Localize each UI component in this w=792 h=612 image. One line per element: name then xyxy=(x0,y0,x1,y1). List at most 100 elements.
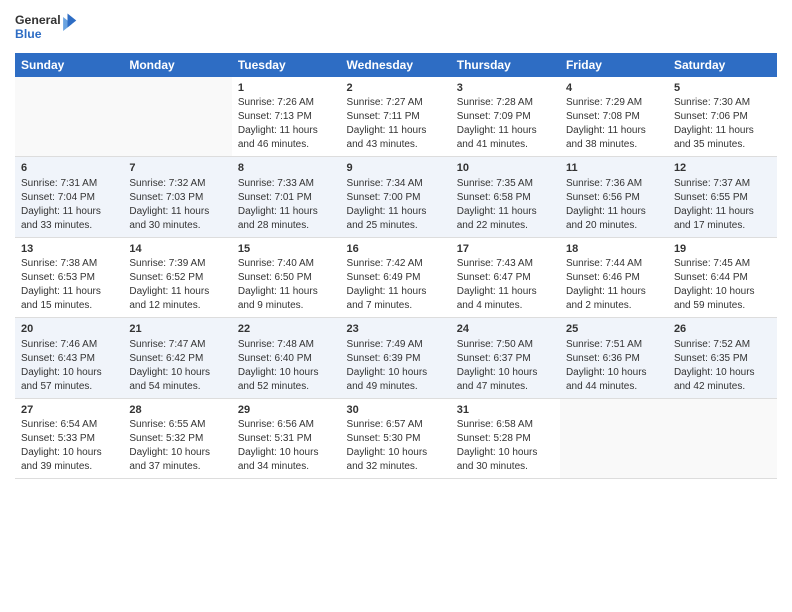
day-number: 7 xyxy=(129,161,226,176)
day-number: 4 xyxy=(566,81,662,96)
day-info: Sunset: 7:06 PM xyxy=(674,110,771,124)
day-info: Sunrise: 7:50 AM xyxy=(457,338,554,352)
day-info: Daylight: 10 hours and 34 minutes. xyxy=(238,446,335,474)
day-info: Daylight: 10 hours and 37 minutes. xyxy=(129,446,226,474)
day-info: Sunset: 7:08 PM xyxy=(566,110,662,124)
day-cell: 6Sunrise: 7:31 AMSunset: 7:04 PMDaylight… xyxy=(15,157,123,237)
day-cell: 14Sunrise: 7:39 AMSunset: 6:52 PMDayligh… xyxy=(123,237,232,317)
day-info: Daylight: 11 hours and 38 minutes. xyxy=(566,124,662,152)
calendar-table: SundayMondayTuesdayWednesdayThursdayFrid… xyxy=(15,53,777,479)
day-number: 25 xyxy=(566,322,662,337)
day-info: Daylight: 10 hours and 44 minutes. xyxy=(566,366,662,394)
day-cell: 28Sunrise: 6:55 AMSunset: 5:32 PMDayligh… xyxy=(123,398,232,478)
day-info: Sunset: 5:31 PM xyxy=(238,432,335,446)
day-number: 10 xyxy=(457,161,554,176)
week-row-3: 13Sunrise: 7:38 AMSunset: 6:53 PMDayligh… xyxy=(15,237,777,317)
day-cell: 12Sunrise: 7:37 AMSunset: 6:55 PMDayligh… xyxy=(668,157,777,237)
day-number: 1 xyxy=(238,81,335,96)
col-header-tuesday: Tuesday xyxy=(232,53,341,77)
day-info: Sunrise: 7:30 AM xyxy=(674,96,771,110)
day-number: 17 xyxy=(457,242,554,257)
day-number: 9 xyxy=(347,161,445,176)
day-info: Sunset: 6:40 PM xyxy=(238,352,335,366)
day-cell xyxy=(15,77,123,157)
day-cell: 8Sunrise: 7:33 AMSunset: 7:01 PMDaylight… xyxy=(232,157,341,237)
day-number: 8 xyxy=(238,161,335,176)
day-info: Daylight: 11 hours and 33 minutes. xyxy=(21,205,117,233)
day-info: Sunset: 6:39 PM xyxy=(347,352,445,366)
day-cell: 25Sunrise: 7:51 AMSunset: 6:36 PMDayligh… xyxy=(560,318,668,398)
day-info: Sunrise: 7:42 AM xyxy=(347,257,445,271)
day-number: 16 xyxy=(347,242,445,257)
day-info: Sunset: 7:03 PM xyxy=(129,191,226,205)
day-info: Sunset: 6:43 PM xyxy=(21,352,117,366)
day-info: Sunset: 7:09 PM xyxy=(457,110,554,124)
day-info: Daylight: 11 hours and 4 minutes. xyxy=(457,285,554,313)
col-header-thursday: Thursday xyxy=(451,53,560,77)
day-info: Daylight: 10 hours and 30 minutes. xyxy=(457,446,554,474)
day-cell: 16Sunrise: 7:42 AMSunset: 6:49 PMDayligh… xyxy=(341,237,451,317)
day-number: 2 xyxy=(347,81,445,96)
day-info: Sunset: 6:49 PM xyxy=(347,271,445,285)
day-info: Sunrise: 7:34 AM xyxy=(347,177,445,191)
day-number: 14 xyxy=(129,242,226,257)
day-number: 12 xyxy=(674,161,771,176)
day-info: Sunrise: 7:38 AM xyxy=(21,257,117,271)
day-cell: 22Sunrise: 7:48 AMSunset: 6:40 PMDayligh… xyxy=(232,318,341,398)
day-info: Sunrise: 7:48 AM xyxy=(238,338,335,352)
col-header-wednesday: Wednesday xyxy=(341,53,451,77)
day-info: Sunset: 6:53 PM xyxy=(21,271,117,285)
day-cell: 3Sunrise: 7:28 AMSunset: 7:09 PMDaylight… xyxy=(451,77,560,157)
day-info: Daylight: 10 hours and 47 minutes. xyxy=(457,366,554,394)
week-row-5: 27Sunrise: 6:54 AMSunset: 5:33 PMDayligh… xyxy=(15,398,777,478)
day-info: Daylight: 11 hours and 35 minutes. xyxy=(674,124,771,152)
day-number: 26 xyxy=(674,322,771,337)
day-info: Sunrise: 7:36 AM xyxy=(566,177,662,191)
day-info: Daylight: 10 hours and 32 minutes. xyxy=(347,446,445,474)
day-number: 11 xyxy=(566,161,662,176)
day-info: Daylight: 10 hours and 59 minutes. xyxy=(674,285,771,313)
day-info: Daylight: 11 hours and 12 minutes. xyxy=(129,285,226,313)
day-number: 23 xyxy=(347,322,445,337)
day-number: 5 xyxy=(674,81,771,96)
svg-text:Blue: Blue xyxy=(15,27,42,41)
day-info: Sunset: 7:04 PM xyxy=(21,191,117,205)
day-info: Sunrise: 7:29 AM xyxy=(566,96,662,110)
day-info: Daylight: 11 hours and 2 minutes. xyxy=(566,285,662,313)
day-info: Sunrise: 6:56 AM xyxy=(238,418,335,432)
day-info: Sunset: 6:37 PM xyxy=(457,352,554,366)
day-info: Sunrise: 7:47 AM xyxy=(129,338,226,352)
day-cell: 7Sunrise: 7:32 AMSunset: 7:03 PMDaylight… xyxy=(123,157,232,237)
day-info: Sunrise: 7:39 AM xyxy=(129,257,226,271)
day-info: Sunset: 5:30 PM xyxy=(347,432,445,446)
day-info: Daylight: 11 hours and 7 minutes. xyxy=(347,285,445,313)
day-info: Sunset: 7:13 PM xyxy=(238,110,335,124)
day-info: Daylight: 10 hours and 49 minutes. xyxy=(347,366,445,394)
day-number: 31 xyxy=(457,403,554,418)
day-number: 18 xyxy=(566,242,662,257)
day-cell: 21Sunrise: 7:47 AMSunset: 6:42 PMDayligh… xyxy=(123,318,232,398)
day-info: Sunset: 7:00 PM xyxy=(347,191,445,205)
day-info: Daylight: 11 hours and 28 minutes. xyxy=(238,205,335,233)
day-number: 28 xyxy=(129,403,226,418)
day-info: Sunrise: 7:46 AM xyxy=(21,338,117,352)
day-number: 20 xyxy=(21,322,117,337)
day-info: Sunrise: 7:52 AM xyxy=(674,338,771,352)
logo: GeneralBlue xyxy=(15,10,85,45)
day-info: Sunset: 5:28 PM xyxy=(457,432,554,446)
day-cell xyxy=(560,398,668,478)
day-info: Sunrise: 7:26 AM xyxy=(238,96,335,110)
day-cell: 9Sunrise: 7:34 AMSunset: 7:00 PMDaylight… xyxy=(341,157,451,237)
day-info: Daylight: 11 hours and 30 minutes. xyxy=(129,205,226,233)
day-cell: 1Sunrise: 7:26 AMSunset: 7:13 PMDaylight… xyxy=(232,77,341,157)
day-info: Daylight: 10 hours and 39 minutes. xyxy=(21,446,117,474)
day-cell: 15Sunrise: 7:40 AMSunset: 6:50 PMDayligh… xyxy=(232,237,341,317)
day-number: 30 xyxy=(347,403,445,418)
day-info: Sunrise: 6:54 AM xyxy=(21,418,117,432)
day-info: Sunrise: 7:37 AM xyxy=(674,177,771,191)
day-info: Daylight: 11 hours and 46 minutes. xyxy=(238,124,335,152)
day-cell: 2Sunrise: 7:27 AMSunset: 7:11 PMDaylight… xyxy=(341,77,451,157)
day-info: Sunset: 6:47 PM xyxy=(457,271,554,285)
day-info: Daylight: 11 hours and 20 minutes. xyxy=(566,205,662,233)
day-info: Sunset: 7:01 PM xyxy=(238,191,335,205)
